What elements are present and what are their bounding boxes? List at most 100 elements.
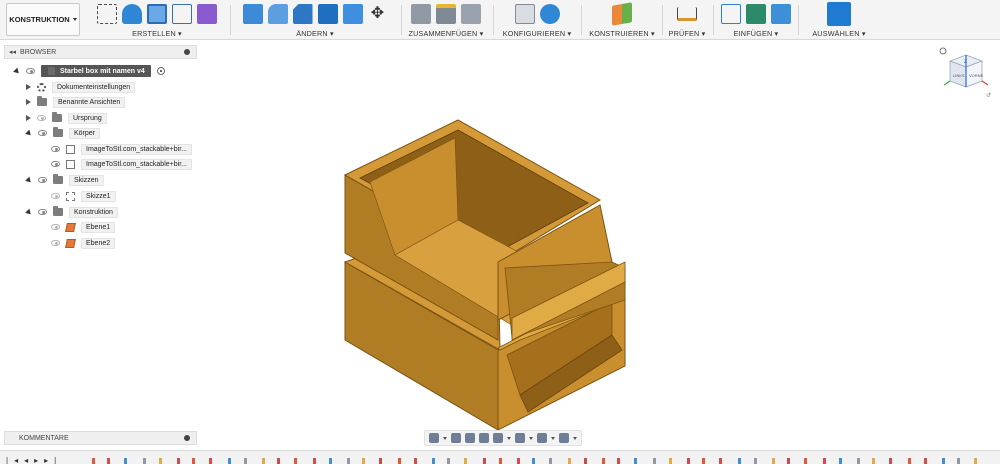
timeline-feature-icon[interactable] xyxy=(719,458,722,464)
joint-icon[interactable] xyxy=(436,4,456,24)
comments-panel[interactable]: KOMMENTARE xyxy=(4,431,197,445)
timeline-feature-icon[interactable] xyxy=(568,458,571,464)
timeline-feature-icon[interactable] xyxy=(617,458,620,464)
parameters-icon[interactable] xyxy=(514,4,535,24)
look-at-icon[interactable] xyxy=(451,433,461,443)
timeline-feature-icon[interactable] xyxy=(464,458,467,464)
chevron-down-icon[interactable] xyxy=(443,436,447,440)
toolbar-group-erstellen[interactable]: ERSTELLEN ▾ xyxy=(86,0,228,40)
tree-item-label[interactable]: Dokumenteinstellungen xyxy=(52,81,136,93)
timeline-feature-icon[interactable] xyxy=(839,458,842,464)
timeline-feature-icon[interactable] xyxy=(549,458,552,464)
tree-item-label[interactable]: Skizzen xyxy=(69,174,104,186)
timeline-feature-icon[interactable] xyxy=(313,458,316,464)
tree-item-benannte-ansichten[interactable]: Benannte Ansichten xyxy=(26,96,126,108)
timeline-feature-icon[interactable] xyxy=(584,458,587,464)
timeline-feature-icon[interactable] xyxy=(159,458,162,464)
tree-item-ebene1[interactable]: Ebene1 xyxy=(51,221,116,233)
timeline-feature-icon[interactable] xyxy=(347,458,350,464)
rectangle-icon[interactable] xyxy=(172,4,192,24)
chevron-down-icon[interactable] xyxy=(507,436,511,440)
timeline-feature-icon[interactable] xyxy=(329,458,332,464)
tree-item-label[interactable]: Ebene1 xyxy=(81,221,116,233)
tree-item-koerper[interactable]: Körper xyxy=(25,127,101,139)
timeline-feature-icon[interactable] xyxy=(432,458,435,464)
tree-item-konstruktion[interactable]: Konstruktion xyxy=(25,206,118,218)
visibility-eye-icon[interactable] xyxy=(51,193,60,199)
workspace-switcher[interactable]: KONSTRUKTION xyxy=(6,3,80,36)
tree-item-skizze1[interactable]: Skizze1 xyxy=(51,190,116,202)
combine-icon[interactable] xyxy=(342,4,363,24)
toolbar-group-zusammenfuegen[interactable]: ZUSAMMENFÜGEN ▾ xyxy=(404,0,488,40)
tree-item-label[interactable]: Benannte Ansichten xyxy=(53,96,126,108)
viewcube[interactable]: LINKS VORNE Z ↺ xyxy=(936,45,992,106)
select-icon[interactable] xyxy=(827,2,851,26)
timeline-feature-icon[interactable] xyxy=(653,458,656,464)
insert-mesh-icon[interactable] xyxy=(746,4,766,24)
timeline-feature-icon[interactable] xyxy=(294,458,297,464)
timeline-feature-icon[interactable] xyxy=(702,458,705,464)
viewcube-graphic[interactable]: LINKS VORNE Z ↺ xyxy=(936,45,992,101)
visibility-eye-icon[interactable] xyxy=(26,68,35,74)
expand-arrow-icon[interactable] xyxy=(26,84,31,90)
tree-item-label[interactable]: ImageToStl.com_stackable+bir... xyxy=(81,158,192,170)
visibility-eye-icon[interactable] xyxy=(51,161,60,167)
tree-item-dokumenteinstellungen[interactable]: Dokumenteinstellungen xyxy=(26,81,136,93)
timeline-feature-icon[interactable] xyxy=(124,458,127,464)
timeline-feature-icon[interactable] xyxy=(277,458,280,464)
timeline-feature-icon[interactable] xyxy=(857,458,860,464)
timeline-feature-icon[interactable] xyxy=(398,458,401,464)
visibility-eye-icon[interactable] xyxy=(51,224,60,230)
toolbar-group-aendern[interactable]: ✥ ÄNDERN ▾ xyxy=(232,0,398,40)
viewports-icon[interactable] xyxy=(559,433,569,443)
collapse-panel-icon[interactable]: ◂◂ xyxy=(9,48,16,56)
pan-icon[interactable] xyxy=(465,433,475,443)
timeline-feature-icon[interactable] xyxy=(262,458,265,464)
tree-item-ursprung[interactable]: Ursprung xyxy=(26,112,107,124)
timeline-feature-icon[interactable] xyxy=(143,458,146,464)
tree-item-skizzen[interactable]: Skizzen xyxy=(25,174,104,186)
expand-arrow-icon[interactable] xyxy=(26,115,31,121)
tree-root[interactable]: Starbel box mit namen v4 xyxy=(13,65,165,77)
timeline-feature-icon[interactable] xyxy=(92,458,95,464)
timeline-feature-icon[interactable] xyxy=(634,458,637,464)
shell-icon[interactable] xyxy=(317,4,338,24)
measure-icon[interactable] xyxy=(677,7,697,21)
root-document-label[interactable]: Starbel box mit namen v4 xyxy=(41,65,151,77)
timeline-feature-icon[interactable] xyxy=(738,458,741,464)
timeline-feature-icon[interactable] xyxy=(499,458,502,464)
as-built-joint-icon[interactable] xyxy=(461,4,481,24)
fillet-icon[interactable] xyxy=(267,4,288,24)
visibility-eye-icon[interactable] xyxy=(38,177,47,183)
chamfer-icon[interactable] xyxy=(292,4,313,24)
insert-derive-icon[interactable] xyxy=(721,4,741,24)
orbit-icon[interactable] xyxy=(429,433,439,443)
visibility-eye-icon[interactable] xyxy=(38,130,47,136)
tree-item-label[interactable]: Ebene2 xyxy=(81,237,116,249)
toolbar-group-konfigurieren[interactable]: KONFIGURIEREN ▾ xyxy=(496,0,578,40)
timeline-feature-icon[interactable] xyxy=(177,458,180,464)
active-radio-icon[interactable] xyxy=(156,67,165,75)
display-settings-icon[interactable] xyxy=(515,433,525,443)
timeline-feature-icon[interactable] xyxy=(192,458,195,464)
grid-icon[interactable] xyxy=(537,433,547,443)
panel-pin-icon[interactable] xyxy=(184,435,190,441)
timeline-feature-icon[interactable] xyxy=(754,458,757,464)
timeline-feature-icon[interactable] xyxy=(687,458,690,464)
expand-arrow-icon[interactable] xyxy=(13,67,21,75)
timeline-feature-icon[interactable] xyxy=(772,458,775,464)
timeline-feature-icon[interactable] xyxy=(244,458,247,464)
create-sketch-icon[interactable] xyxy=(97,4,117,24)
move-icon[interactable]: ✥ xyxy=(368,4,388,24)
timeline-feature-icon[interactable] xyxy=(362,458,365,464)
chevron-down-icon[interactable] xyxy=(529,436,533,440)
tree-item-label[interactable]: Körper xyxy=(69,127,101,139)
tree-item-label[interactable]: ImageToStl.com_stackable+bir... xyxy=(81,143,192,155)
timeline-feature-icon[interactable] xyxy=(787,458,790,464)
revolve-icon[interactable] xyxy=(147,4,167,24)
tree-item-label[interactable]: Skizze1 xyxy=(81,190,116,202)
zoom-window-icon[interactable] xyxy=(493,433,503,443)
offset-plane-icon[interactable] xyxy=(612,2,632,26)
expand-arrow-icon[interactable] xyxy=(26,99,31,105)
insert-image-icon[interactable] xyxy=(771,4,791,24)
